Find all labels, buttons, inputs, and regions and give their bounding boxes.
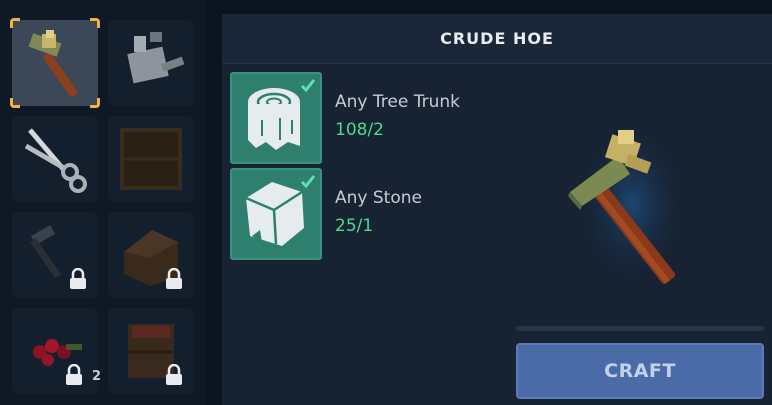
ingredient-stone-icon-box: [230, 168, 322, 260]
lock-icon: [70, 268, 86, 289]
recipe-detail-panel: CRUDE HOE Any Tree Trunk 108/2 Any Stone…: [222, 14, 772, 405]
lock-icon: [166, 268, 182, 289]
wooden-crate-icon: [120, 128, 182, 190]
lock-icon: [166, 364, 182, 385]
recipe-grid: 2: [0, 0, 206, 405]
shears-icon: [24, 128, 87, 193]
item-count: 2: [92, 369, 102, 384]
crude-hoe-preview-icon: [568, 114, 692, 294]
craft-progress-track: [516, 326, 764, 331]
ingredient-quantity: 25/1: [335, 216, 374, 236]
ingredient-name: Any Tree Trunk: [335, 92, 460, 112]
red-berries-icon: [33, 339, 82, 366]
stone-icon: [245, 175, 316, 246]
recipe-slot-watering-can[interactable]: [108, 20, 194, 106]
recipe-title-bar: CRUDE HOE: [222, 14, 772, 64]
recipe-slot-shears[interactable]: [12, 116, 98, 202]
ingredient-name: Any Stone: [335, 188, 422, 208]
craft-button[interactable]: CRAFT: [516, 343, 764, 399]
ingredient-quantity: 108/2: [335, 120, 384, 140]
crude-hoe-icon: [28, 30, 78, 97]
watering-can-icon: [127, 32, 185, 84]
recipe-title: CRUDE HOE: [440, 29, 554, 48]
recipe-slot-crude-hoe[interactable]: [10, 18, 100, 108]
item-preview: [522, 74, 772, 334]
recipe-slot-wooden-bin[interactable]: [108, 308, 194, 394]
recipe-slot-wooden-structure[interactable]: [108, 212, 194, 298]
tree-trunk-icon: [248, 79, 316, 150]
recipe-slot-wooden-crate[interactable]: [108, 116, 194, 202]
recipe-slot-hammer[interactable]: [12, 212, 98, 298]
lock-icon: [66, 364, 82, 385]
ingredient-tree-trunk-icon-box: [230, 72, 322, 164]
recipe-slot-red-berries[interactable]: 2: [12, 308, 102, 394]
